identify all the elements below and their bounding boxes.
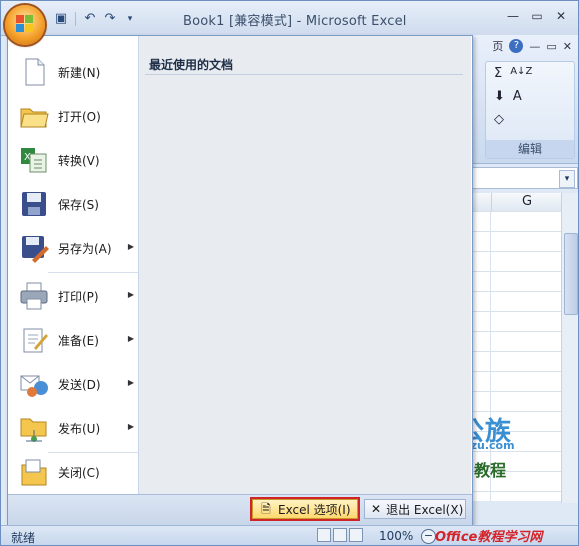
- formula-expand-icon[interactable]: ▾: [559, 170, 575, 188]
- menu-item-print[interactable]: 打印(P) ▶: [8, 274, 138, 318]
- exit-excel-label: 退出 Excel(X): [386, 502, 464, 517]
- column-header-g[interactable]: G: [491, 193, 563, 211]
- excel-window: ▣ ↶ ↷ ▾ Book1 [兼容模式] - Microsoft Excel —…: [0, 0, 579, 546]
- close-folder-icon: [18, 456, 50, 488]
- customize-icon[interactable]: ▾: [122, 11, 138, 27]
- recent-documents-divider: [145, 74, 463, 75]
- submenu-arrow-icon: ▶: [127, 334, 134, 343]
- exit-excel-button[interactable]: ✕ 退出 Excel(X): [364, 499, 466, 519]
- maximize-icon[interactable]: ▭: [526, 7, 548, 25]
- office-menu-footer: 🗎 Excel 选项(I) ✕ 退出 Excel(X): [8, 494, 472, 525]
- zoom-level[interactable]: 100%: [379, 529, 413, 543]
- menu-item-label: 发布(U): [58, 421, 101, 436]
- view-buttons: [317, 528, 363, 542]
- excel-options-button[interactable]: 🗎 Excel 选项(I): [250, 497, 360, 521]
- minimize-icon[interactable]: —: [502, 7, 524, 25]
- menu-item-open[interactable]: 打开(O): [8, 94, 138, 138]
- help-icon[interactable]: ?: [509, 39, 524, 53]
- page-layout-view-icon[interactable]: [333, 528, 347, 542]
- menu-item-new[interactable]: 新建(N): [8, 50, 138, 94]
- undo-icon[interactable]: ↶: [82, 11, 98, 27]
- scrollbar-thumb[interactable]: [564, 233, 578, 315]
- office-button[interactable]: [5, 5, 45, 45]
- quick-access-toolbar: ▣ ↶ ↷ ▾: [53, 9, 138, 29]
- window-title: Book1 [兼容模式] - Microsoft Excel: [183, 14, 407, 29]
- submenu-arrow-icon: ▶: [127, 378, 134, 387]
- ribbon-restore-icon[interactable]: ▭: [546, 40, 556, 53]
- convert-icon: X: [18, 144, 50, 176]
- new-document-icon: [18, 56, 50, 88]
- vertical-scrollbar[interactable]: [561, 193, 578, 503]
- normal-view-icon[interactable]: [317, 528, 331, 542]
- watermark-footer: Office教程学习网: [435, 530, 543, 545]
- prepare-icon: [18, 324, 50, 356]
- save-as-icon: [18, 232, 50, 264]
- menu-item-label: 另存为(A): [58, 241, 112, 256]
- publish-icon: [18, 412, 50, 444]
- menu-item-label: 新建(N): [58, 65, 101, 80]
- menu-item-label: 保存(S): [58, 197, 99, 212]
- find-select-icon[interactable]: A: [513, 89, 522, 104]
- ribbon-tab-edge-icon[interactable]: 页: [492, 38, 503, 54]
- fill-icon[interactable]: ⬇: [494, 89, 505, 104]
- menu-separator: [48, 272, 138, 273]
- close-icon[interactable]: ✕: [550, 7, 572, 25]
- editing-group: Σ A↓Z ⬇ A ◇ 编辑: [485, 61, 575, 159]
- submenu-arrow-icon: ▶: [127, 290, 134, 299]
- menu-item-label: 准备(E): [58, 333, 99, 348]
- formula-bar[interactable]: ▾: [471, 167, 578, 189]
- menu-item-prepare[interactable]: 准备(E) ▶: [8, 318, 138, 362]
- office-menu-commands: 新建(N) 打开(O) X 转换(V) 保存(S) 另存为(A) ▶ 打印(P)…: [8, 36, 139, 494]
- exit-x-icon: ✕: [371, 502, 382, 516]
- ribbon-minimize-icon[interactable]: —: [529, 40, 540, 53]
- submenu-arrow-icon: ▶: [127, 422, 134, 431]
- menu-item-close[interactable]: 关闭(C): [8, 450, 138, 494]
- menu-item-convert[interactable]: X 转换(V): [8, 138, 138, 182]
- status-bar: 就绪 100% − Office教程学习网: [1, 525, 578, 545]
- autosum-icon[interactable]: Σ: [494, 66, 502, 81]
- status-ready: 就绪: [11, 531, 36, 545]
- office-menu: 新建(N) 打开(O) X 转换(V) 保存(S) 另存为(A) ▶ 打印(P)…: [7, 35, 473, 525]
- zoom-out-icon[interactable]: −: [421, 529, 436, 544]
- qat-separator: [75, 12, 76, 26]
- ribbon-close-icon[interactable]: ✕: [563, 40, 572, 53]
- excel-options-label: Excel 选项(I): [278, 502, 351, 517]
- save-disk-icon: [18, 188, 50, 220]
- sort-filter-icon[interactable]: A↓Z: [510, 66, 532, 81]
- ribbon: 页 ? — ▭ ✕ Σ A↓Z ⬇ A ◇ 编辑: [471, 35, 578, 164]
- send-icon: [18, 368, 50, 400]
- submenu-arrow-icon: ▶: [127, 242, 134, 251]
- menu-item-label: 打印(P): [58, 289, 99, 304]
- menu-item-save[interactable]: 保存(S): [8, 182, 138, 226]
- menu-item-send[interactable]: 发送(D) ▶: [8, 362, 138, 406]
- options-doc-icon: 🗎: [261, 502, 271, 516]
- window-controls: — ▭ ✕: [502, 7, 572, 25]
- ribbon-tab-row: 页 ? — ▭ ✕: [471, 35, 578, 57]
- editing-group-label: 编辑: [486, 140, 574, 158]
- menu-item-label: 关闭(C): [58, 465, 100, 480]
- printer-icon: [18, 280, 50, 312]
- menu-item-publish[interactable]: 发布(U) ▶: [8, 406, 138, 450]
- menu-item-save-as[interactable]: 另存为(A) ▶: [8, 226, 138, 270]
- title-bar: ▣ ↶ ↷ ▾ Book1 [兼容模式] - Microsoft Excel —…: [1, 1, 578, 36]
- recent-documents-pane: 最近使用的文档: [139, 36, 471, 494]
- menu-item-label: 转换(V): [58, 153, 100, 168]
- redo-icon[interactable]: ↷: [102, 11, 118, 27]
- menu-item-label: 发送(D): [58, 377, 101, 392]
- menu-item-label: 打开(O): [58, 109, 101, 124]
- page-break-view-icon[interactable]: [349, 528, 363, 542]
- office-logo-icon: [16, 15, 34, 33]
- open-folder-icon: [18, 100, 50, 132]
- save-icon[interactable]: ▣: [53, 11, 69, 27]
- recent-documents-title: 最近使用的文档: [149, 58, 234, 72]
- clear-icon[interactable]: ◇: [494, 112, 504, 127]
